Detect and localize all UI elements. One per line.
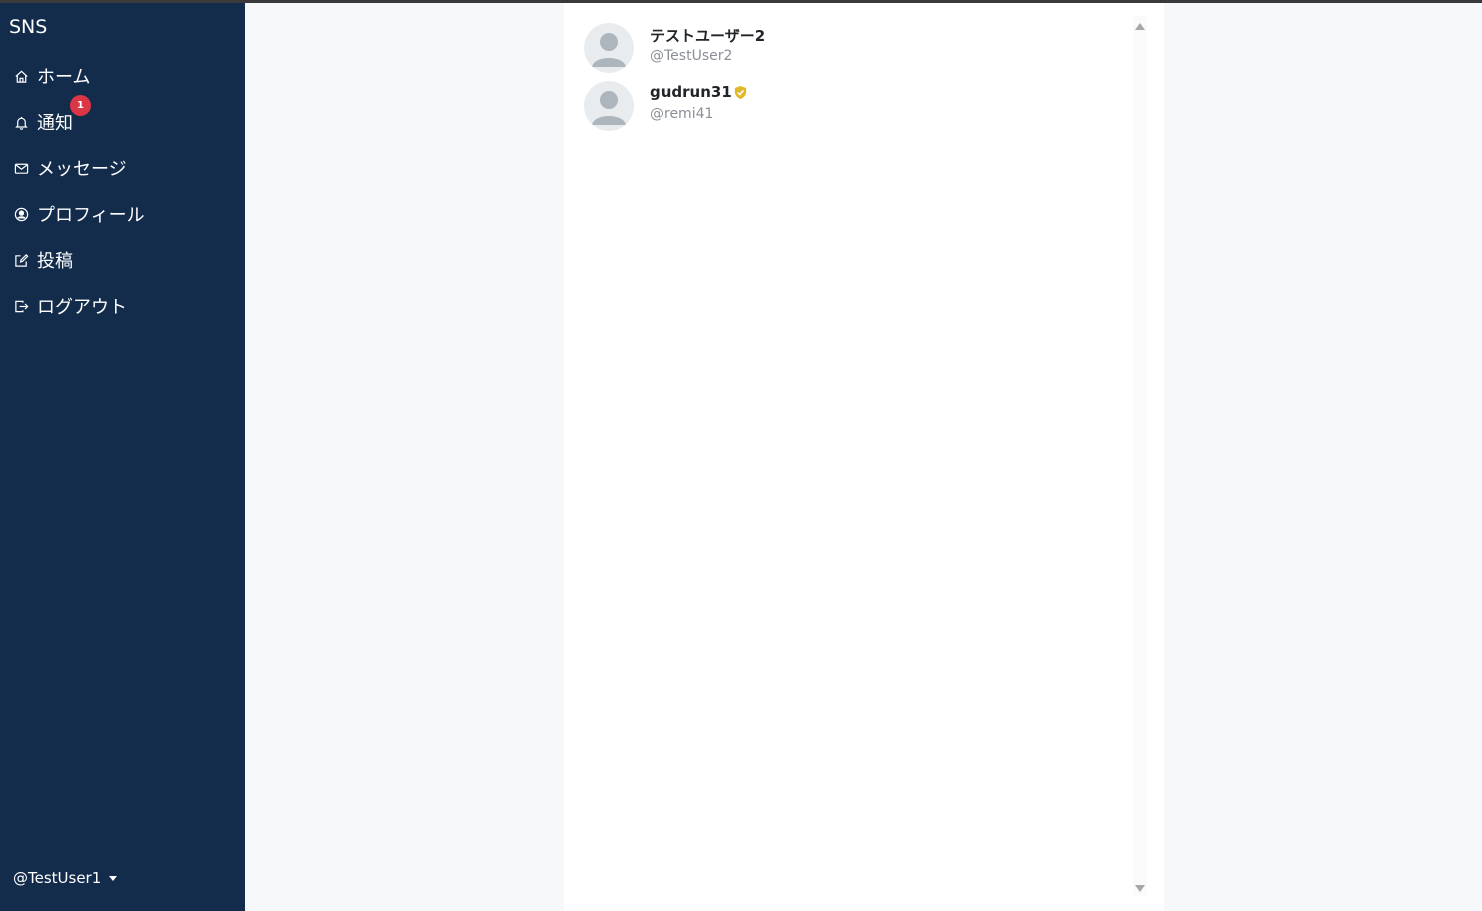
scroll-down-arrow-icon[interactable] xyxy=(1135,885,1145,892)
user-display-name: gudrun31 xyxy=(650,83,732,101)
verified-shield-icon xyxy=(733,85,748,100)
nav-item-profile[interactable]: プロフィール xyxy=(13,199,145,229)
nav-item-post[interactable]: 投稿 xyxy=(13,245,73,275)
sidebar: SNS ホーム 通知 1 メッセージ プロフィール 投稿 ログアウト @Test… xyxy=(0,3,245,911)
avatar xyxy=(584,23,634,73)
user-list-item[interactable]: gudrun31 @remi41 xyxy=(584,81,1124,133)
nav-item-label: ログアウト xyxy=(37,297,127,318)
nav-item-label: ホーム xyxy=(37,67,91,88)
nav-item-label: 通知 xyxy=(37,113,73,134)
user-handle: @remi41 xyxy=(650,106,714,122)
nav-item-label: 投稿 xyxy=(37,251,73,272)
nav-item-home[interactable]: ホーム xyxy=(13,61,90,91)
user-list-item[interactable]: テストユーザー2 @TestUser2 xyxy=(584,23,1124,75)
current-user-handle: @TestUser1 xyxy=(13,869,102,887)
scrollbar-track[interactable] xyxy=(1133,16,1147,896)
caret-down-icon xyxy=(109,875,118,881)
brand-logo[interactable]: SNS xyxy=(9,16,47,38)
notification-badge: 1 xyxy=(70,95,91,116)
pencil-square-icon xyxy=(13,252,29,268)
avatar xyxy=(584,81,634,131)
nav-item-notifications[interactable]: 通知 xyxy=(13,107,73,137)
person-circle-icon xyxy=(13,206,29,222)
user-handle: @TestUser2 xyxy=(650,48,733,64)
user-display-name: テストユーザー2 xyxy=(650,27,766,45)
nav-item-label: プロフィール xyxy=(37,205,145,226)
box-arrow-right-icon xyxy=(13,298,29,314)
bell-icon xyxy=(13,114,29,130)
user-menu-dropdown[interactable]: @TestUser1 xyxy=(13,869,118,887)
nav-item-logout[interactable]: ログアウト xyxy=(13,291,127,321)
nav-item-messages[interactable]: メッセージ xyxy=(13,153,127,183)
user-list-panel xyxy=(564,3,1164,911)
scroll-up-arrow-icon[interactable] xyxy=(1135,23,1145,30)
nav-item-label: メッセージ xyxy=(37,159,127,180)
house-icon xyxy=(13,68,29,84)
envelope-icon xyxy=(13,160,29,176)
